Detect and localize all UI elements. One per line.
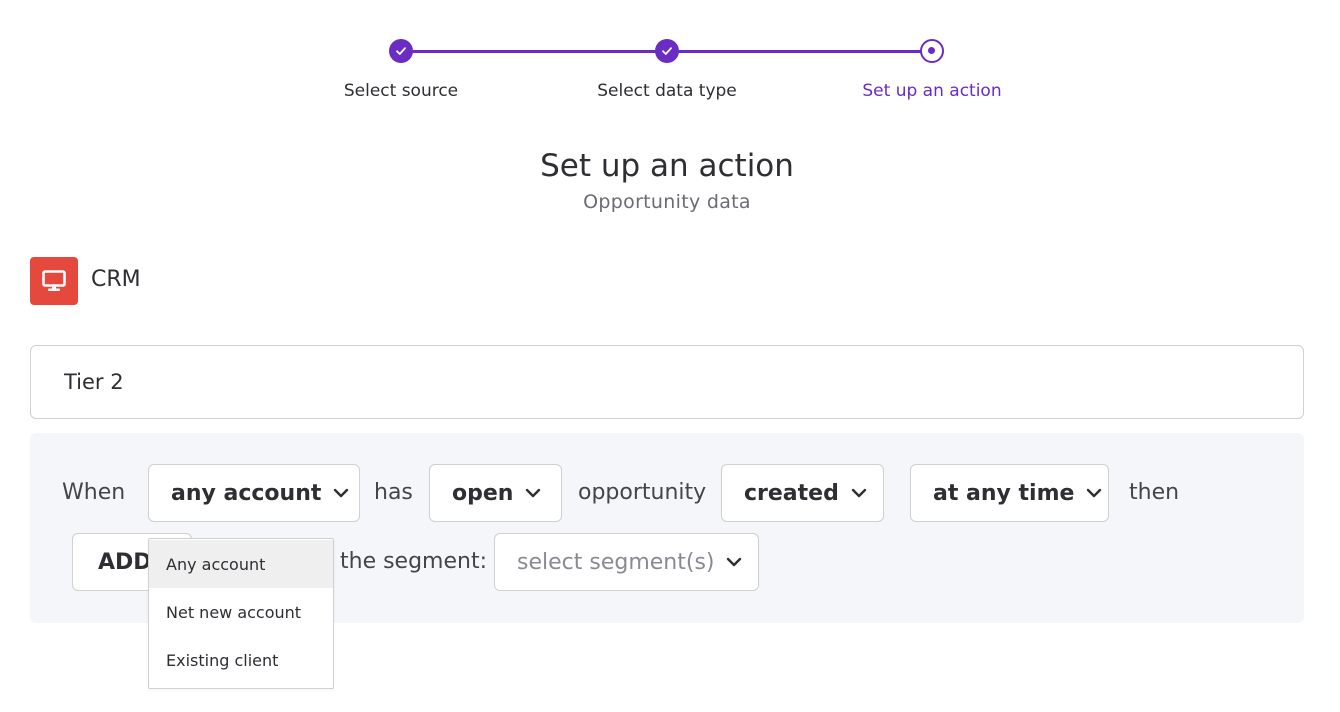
page-title: Set up an action [540,148,794,184]
account-dropdown-menu: Any account Net new account Existing cli… [148,538,334,689]
chevron-down-icon [526,488,541,498]
time-select[interactable]: at any time [910,464,1109,522]
step-current-icon [920,39,944,63]
opportunity-text: opportunity [578,480,707,505]
menu-option-any-account[interactable]: Any account [149,540,333,588]
progress-stepper: Select source Select data type Set up an… [0,0,1340,110]
the-segment-text: the segment: [340,549,488,574]
step-connector [678,50,921,53]
segment-select[interactable]: select segment(s) [494,533,759,591]
has-text: has [374,480,413,505]
step-label-set-up-action: Set up an action [862,81,1002,101]
step-label-select-source[interactable]: Select source [344,81,458,101]
action-name-input[interactable] [30,345,1304,419]
step-connector [412,50,656,53]
chevron-down-icon [334,488,349,498]
account-select-value: any account [171,480,322,506]
status-select-value: open [452,480,514,506]
chevron-down-icon [727,557,742,567]
status-select[interactable]: open [429,464,562,522]
segment-select-placeholder: select segment(s) [517,549,715,575]
chevron-down-icon [1087,488,1102,498]
when-text: When [62,480,126,505]
source-label: CRM [91,267,141,292]
event-select[interactable]: created [721,464,884,522]
step-done-check-icon [655,39,679,63]
account-select[interactable]: any account [148,464,360,522]
chevron-down-icon [851,488,867,498]
event-select-value: created [744,480,839,506]
time-select-value: at any time [933,480,1075,506]
menu-option-existing-client[interactable]: Existing client [149,636,333,684]
page-subtitle: Opportunity data [583,191,751,213]
step-done-check-icon [389,39,413,63]
then-text: then [1129,480,1180,505]
step-label-select-data-type[interactable]: Select data type [597,81,737,101]
monitor-icon [30,257,78,305]
menu-option-net-new-account[interactable]: Net new account [149,588,333,636]
action-select-value: ADD [98,549,152,575]
